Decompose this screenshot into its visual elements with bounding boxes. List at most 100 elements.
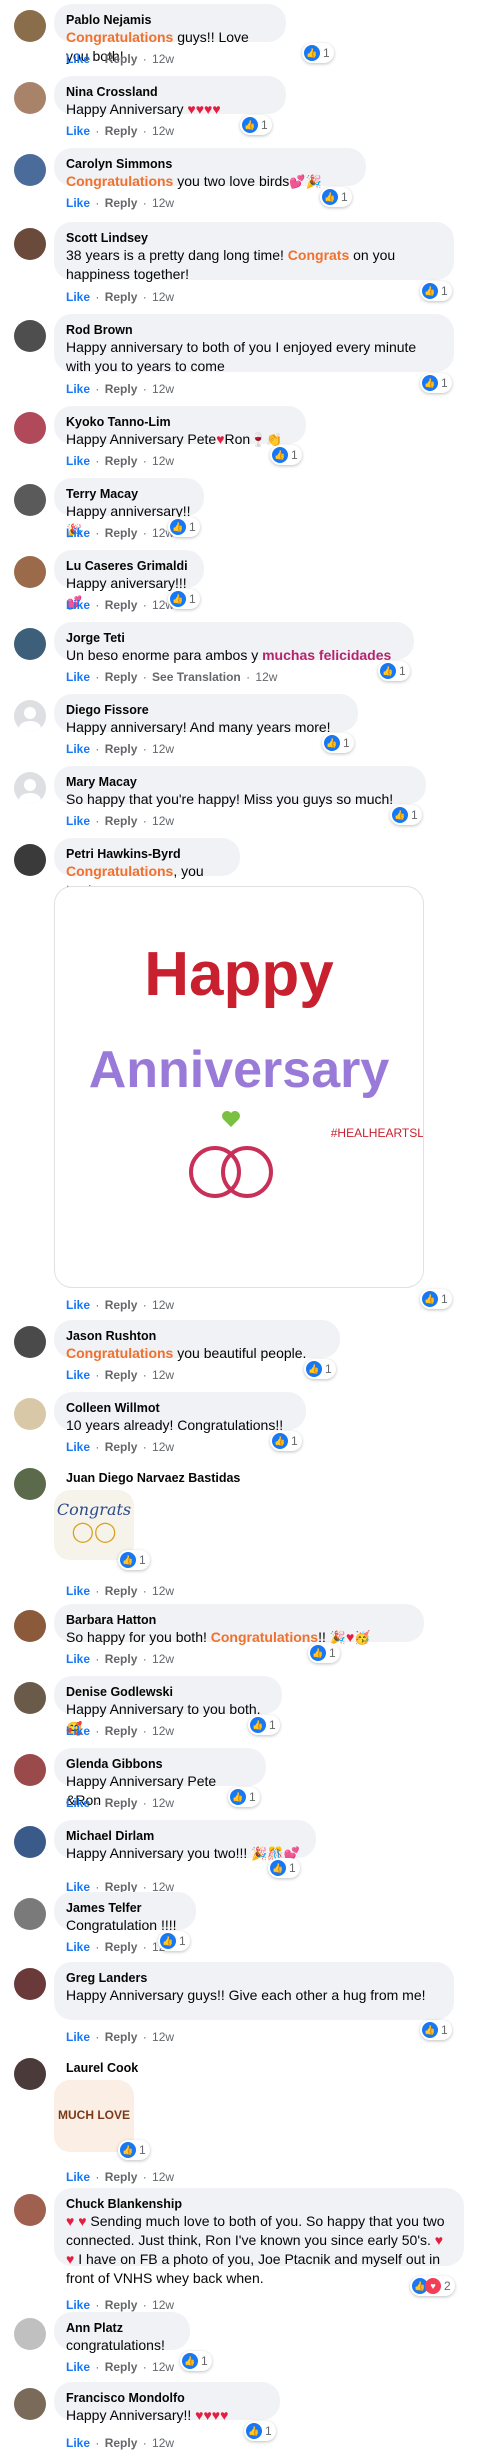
avatar[interactable] — [14, 1968, 46, 2000]
reply-link[interactable]: Reply — [105, 2360, 138, 2374]
timestamp[interactable]: 12w — [152, 1652, 174, 1666]
avatar[interactable] — [14, 1826, 46, 1858]
timestamp[interactable]: 12w — [152, 290, 174, 304]
comment-author[interactable]: Scott Lindsey — [66, 230, 442, 246]
comment-author[interactable]: Barbara Hatton — [66, 1612, 412, 1628]
reply-link[interactable]: Reply — [105, 670, 138, 684]
avatar[interactable] — [14, 628, 46, 660]
reply-link[interactable]: Reply — [105, 598, 138, 612]
reaction-count[interactable]: 👍 1 — [420, 281, 452, 301]
avatar[interactable] — [14, 1326, 46, 1358]
like-link[interactable]: Like — [66, 1652, 90, 1666]
congrats-sticker[interactable]: Congrats ◯◯ — [54, 1490, 134, 1560]
comment-author[interactable]: Juan Diego Narvaez Bastidas — [66, 1470, 242, 1486]
reply-link[interactable]: Reply — [105, 1724, 138, 1738]
reply-link[interactable]: Reply — [105, 1940, 138, 1954]
reply-link[interactable]: Reply — [105, 290, 138, 304]
comment-author[interactable]: Colleen Willmot — [66, 1400, 294, 1416]
avatar[interactable] — [14, 2194, 46, 2226]
reaction-count[interactable]: 👍 1 — [270, 445, 302, 465]
like-link[interactable]: Like — [66, 2170, 90, 2184]
reply-link[interactable]: Reply — [105, 2030, 138, 2044]
avatar[interactable] — [14, 82, 46, 114]
reply-link[interactable]: Reply — [105, 2298, 138, 2312]
reaction-count[interactable]: 👍 ♥ 2 — [410, 2276, 455, 2296]
avatar[interactable] — [14, 228, 46, 260]
avatar[interactable] — [14, 1610, 46, 1642]
timestamp[interactable]: 12w — [152, 1440, 174, 1454]
comment-author[interactable]: Michael Dirlam — [66, 1828, 304, 1844]
avatar[interactable] — [14, 10, 46, 42]
reaction-count[interactable]: 👍 1 — [304, 1359, 336, 1379]
like-link[interactable]: Like — [66, 1940, 90, 1954]
avatar[interactable] — [14, 2388, 46, 2420]
avatar[interactable] — [14, 1398, 46, 1430]
like-link[interactable]: Like — [66, 1796, 90, 1810]
reaction-count[interactable]: 👍 1 — [244, 2421, 276, 2441]
like-link[interactable]: Like — [66, 2030, 90, 2044]
like-link[interactable]: Like — [66, 814, 90, 828]
reaction-count[interactable]: 👍 1 — [240, 115, 272, 135]
reply-link[interactable]: Reply — [105, 124, 138, 138]
like-link[interactable]: Like — [66, 1368, 90, 1382]
comment-author[interactable]: Kyoko Tanno-Lim — [66, 414, 294, 430]
reaction-count[interactable]: 👍 1 — [168, 589, 200, 609]
like-link[interactable]: Like — [66, 382, 90, 396]
comment-author[interactable]: Ann Platz — [66, 2320, 178, 2336]
like-link[interactable]: Like — [66, 670, 90, 684]
like-link[interactable]: Like — [66, 2298, 90, 2312]
reaction-count[interactable]: 👍 1 — [320, 187, 352, 207]
timestamp[interactable]: 12w — [152, 814, 174, 828]
timestamp[interactable]: 12w — [152, 2436, 174, 2450]
avatar[interactable] — [14, 2318, 46, 2350]
reply-link[interactable]: Reply — [105, 526, 138, 540]
reply-link[interactable]: Reply — [105, 454, 138, 468]
timestamp[interactable]: 12w — [152, 1724, 174, 1738]
avatar[interactable] — [14, 1682, 46, 1714]
reply-link[interactable]: Reply — [105, 814, 138, 828]
reaction-count[interactable]: 👍 1 — [390, 805, 422, 825]
timestamp[interactable]: 12w — [152, 1584, 174, 1598]
like-link[interactable]: Like — [66, 742, 90, 756]
comment-author[interactable]: Lu Caseres Grimaldi — [66, 558, 192, 574]
comment-author[interactable]: Chuck Blankenship — [66, 2196, 452, 2212]
reaction-count[interactable]: 👍 1 — [420, 373, 452, 393]
avatar[interactable] — [14, 1468, 46, 1500]
comment-author[interactable]: Rod Brown — [66, 322, 442, 338]
avatar[interactable] — [14, 556, 46, 588]
comment-author[interactable]: Carolyn Simmons — [66, 156, 354, 172]
comment-author[interactable]: Jorge Teti — [66, 630, 402, 646]
reply-link[interactable]: Reply — [105, 1440, 138, 1454]
avatar[interactable] — [14, 484, 46, 516]
avatar[interactable] — [14, 320, 46, 352]
reaction-count[interactable]: 👍 1 — [270, 1431, 302, 1451]
avatar[interactable] — [14, 1754, 46, 1786]
comment-author[interactable]: Jason Rushton — [66, 1328, 328, 1344]
like-link[interactable]: Like — [66, 1298, 90, 1312]
reply-link[interactable]: Reply — [105, 1368, 138, 1382]
timestamp[interactable]: 12w — [152, 124, 174, 138]
comment-author[interactable]: Petri Hawkins-Byrd — [66, 846, 228, 862]
like-link[interactable]: Like — [66, 454, 90, 468]
anniversary-image[interactable]: Happy Anniversary #HEALHEARTSLLC — [54, 886, 424, 1288]
like-link[interactable]: Like — [66, 2436, 90, 2450]
comment-author[interactable]: Glenda Gibbons — [66, 1756, 254, 1772]
reaction-count[interactable]: 👍 1 — [248, 1715, 280, 1735]
reaction-count[interactable]: 👍 1 — [168, 517, 200, 537]
timestamp[interactable]: 12w — [152, 1368, 174, 1382]
like-link[interactable]: Like — [66, 124, 90, 138]
reaction-count[interactable]: 👍 1 — [158, 1931, 190, 1951]
comment-author[interactable]: Denise Godlewski — [66, 1684, 270, 1700]
like-link[interactable]: Like — [66, 526, 90, 540]
like-link[interactable]: Like — [66, 1724, 90, 1738]
reaction-count[interactable]: 👍 1 — [420, 1289, 452, 1309]
like-link[interactable]: Like — [66, 598, 90, 612]
timestamp[interactable]: 12w — [152, 742, 174, 756]
avatar[interactable] — [14, 772, 46, 804]
reaction-count[interactable]: 👍 1 — [180, 2351, 212, 2371]
avatar[interactable] — [14, 1898, 46, 1930]
reaction-count[interactable]: 👍 1 — [118, 2140, 150, 2160]
comment-author[interactable]: Francisco Mondolfo — [66, 2390, 268, 2406]
see-translation-link[interactable]: See Translation — [152, 670, 241, 684]
comment-author[interactable]: Diego Fissore — [66, 702, 346, 718]
